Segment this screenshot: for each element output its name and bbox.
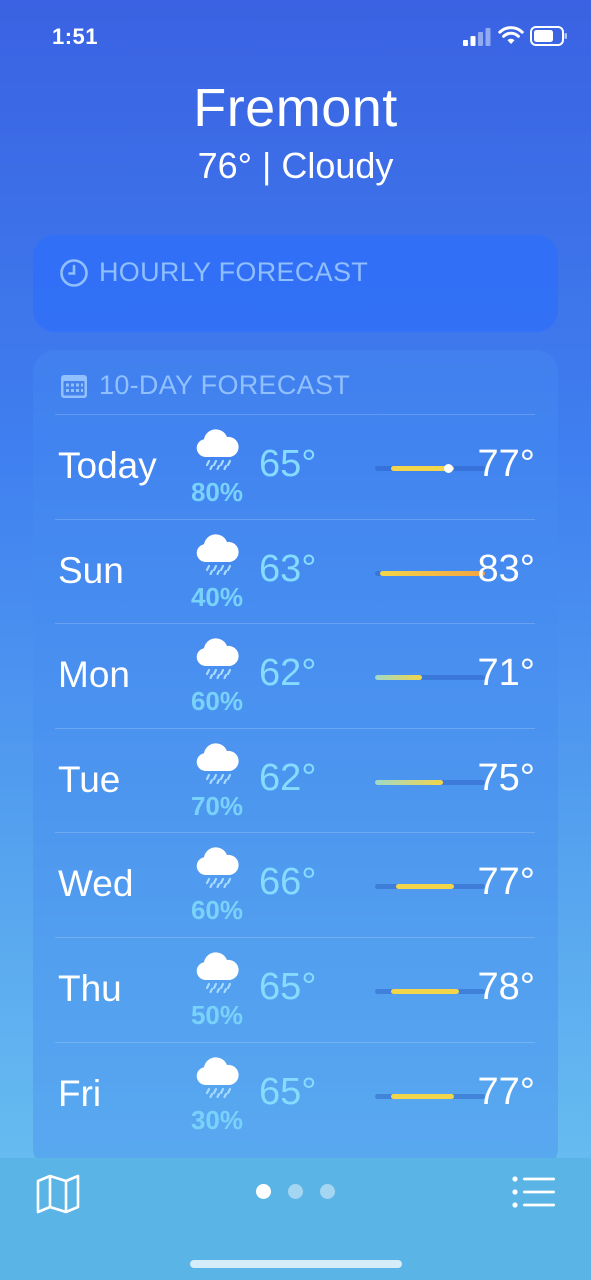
page-indicator[interactable] xyxy=(256,1184,335,1199)
status-time: 1:51 xyxy=(52,24,99,49)
forecast-high: 77° xyxy=(477,443,535,485)
forecast-low: 65° xyxy=(259,1070,317,1113)
forecast-high: 77° xyxy=(477,1070,535,1113)
precipitation-chance: 60% xyxy=(190,895,244,926)
signal-icon xyxy=(463,28,491,46)
current-condition: Cloudy xyxy=(281,145,394,186)
precipitation-chance: 60% xyxy=(190,686,244,717)
temperature-range-bar xyxy=(375,570,485,576)
forecast-condition: 80% xyxy=(187,427,247,507)
forecast-condition: 70% xyxy=(187,741,247,821)
forecast-row[interactable]: Today 80% 65° 77° xyxy=(55,414,535,519)
forecast-condition: 60% xyxy=(187,845,247,925)
forecast-day: Tue xyxy=(58,758,121,800)
daily-forecast-card[interactable]: 10-DAY FORECAST Today 80% 65° 77° Sun 40% 63° 8… xyxy=(33,350,558,1170)
forecast-row[interactable]: Tue 70% 62° 75° xyxy=(55,727,535,833)
forecast-low: 65° xyxy=(259,965,317,1008)
wifi-icon xyxy=(498,26,524,44)
daily-forecast-header: 10-DAY FORECAST xyxy=(59,370,350,401)
forecast-row[interactable]: Thu 50% 65° 78° xyxy=(55,936,535,1042)
temperature-range-bar xyxy=(375,884,485,890)
status-bar: 1:51 xyxy=(0,0,591,72)
forecast-high: 75° xyxy=(477,756,535,799)
temperature-range-bar xyxy=(375,675,485,681)
precipitation-chance: 50% xyxy=(190,999,244,1030)
temperature-range-fill xyxy=(375,675,423,681)
forecast-day: Thu xyxy=(58,967,122,1009)
forecast-low: 62° xyxy=(259,652,317,695)
precipitation-chance: 30% xyxy=(190,1104,244,1135)
forecast-high: 83° xyxy=(477,547,535,590)
precipitation-chance: 40% xyxy=(190,581,244,612)
temperature-range-bar xyxy=(375,464,485,473)
forecast-condition: 50% xyxy=(187,950,247,1030)
page-dot[interactable] xyxy=(288,1184,303,1199)
cloud-rain-icon xyxy=(196,952,239,994)
cloud-rain-icon xyxy=(196,1056,239,1098)
cloud-rain-icon xyxy=(196,638,239,680)
forecast-row[interactable]: Wed 60% 66° 77° xyxy=(55,832,535,937)
temperature-range-bar xyxy=(375,1093,485,1099)
list-icon[interactable] xyxy=(512,1175,556,1209)
bottom-toolbar xyxy=(0,1158,591,1280)
hourly-forecast-header: HOURLY FORECAST xyxy=(59,257,368,288)
cloud-rain-icon xyxy=(196,743,239,784)
forecast-day: Wed xyxy=(58,863,134,905)
forecast-condition: 30% xyxy=(187,1055,247,1135)
daily-forecast-list: Today 80% 65° 77° Sun 40% 63° 83° Mon 60% 62° 71° Tu… xyxy=(55,414,535,1146)
precipitation-chance: 80% xyxy=(190,477,244,507)
forecast-day: Sun xyxy=(58,549,124,591)
forecast-low: 66° xyxy=(259,861,317,904)
forecast-high: 78° xyxy=(477,965,535,1008)
hourly-forecast-card[interactable]: HOURLY FORECAST xyxy=(33,235,558,332)
temperature-range-fill xyxy=(395,884,454,890)
temperature-range-fill xyxy=(375,779,444,785)
forecast-low: 63° xyxy=(259,547,317,590)
forecast-low: 65° xyxy=(259,443,317,485)
temperature-range-bar xyxy=(375,988,485,994)
temperature-range-fill xyxy=(390,988,459,994)
temperature-range-fill xyxy=(390,1093,454,1099)
clock-icon xyxy=(60,258,88,287)
forecast-high: 71° xyxy=(477,652,535,695)
page-dot[interactable] xyxy=(256,1184,271,1199)
temperature-range-bar xyxy=(375,779,485,785)
map-icon[interactable] xyxy=(36,1174,80,1214)
current-temp-marker xyxy=(444,464,454,473)
cloud-rain-icon xyxy=(196,847,239,889)
forecast-low: 62° xyxy=(259,756,317,799)
home-indicator[interactable] xyxy=(190,1260,402,1268)
forecast-day: Mon xyxy=(58,654,130,696)
forecast-condition: 40% xyxy=(187,532,247,612)
forecast-row[interactable]: Fri 30% 65° 77° xyxy=(55,1041,535,1147)
forecast-row[interactable]: Mon 60% 62° 71° xyxy=(55,623,535,728)
location-header: Fremont 76° | Cloudy xyxy=(0,78,591,188)
city-name: Fremont xyxy=(193,78,398,138)
forecast-day: Today xyxy=(58,445,157,486)
temperature-range-fill xyxy=(380,570,485,576)
battery-icon xyxy=(530,26,567,46)
daily-forecast-title: 10-DAY FORECAST xyxy=(99,370,351,400)
current-temp: 76° xyxy=(197,145,253,186)
forecast-row[interactable]: Sun 40% 63° 83° xyxy=(55,518,535,624)
forecast-condition: 60% xyxy=(187,636,247,716)
forecast-day: Fri xyxy=(58,1072,102,1114)
precipitation-chance: 70% xyxy=(190,790,244,821)
calendar-icon xyxy=(61,374,87,398)
cloud-rain-icon xyxy=(196,533,239,575)
forecast-high: 77° xyxy=(477,861,535,904)
cloud-rain-icon xyxy=(196,429,239,471)
current-summary: 76° | Cloudy xyxy=(0,144,591,188)
page-dot[interactable] xyxy=(320,1184,335,1199)
summary-separator: | xyxy=(262,145,272,186)
hourly-forecast-title: HOURLY FORECAST xyxy=(99,257,369,287)
